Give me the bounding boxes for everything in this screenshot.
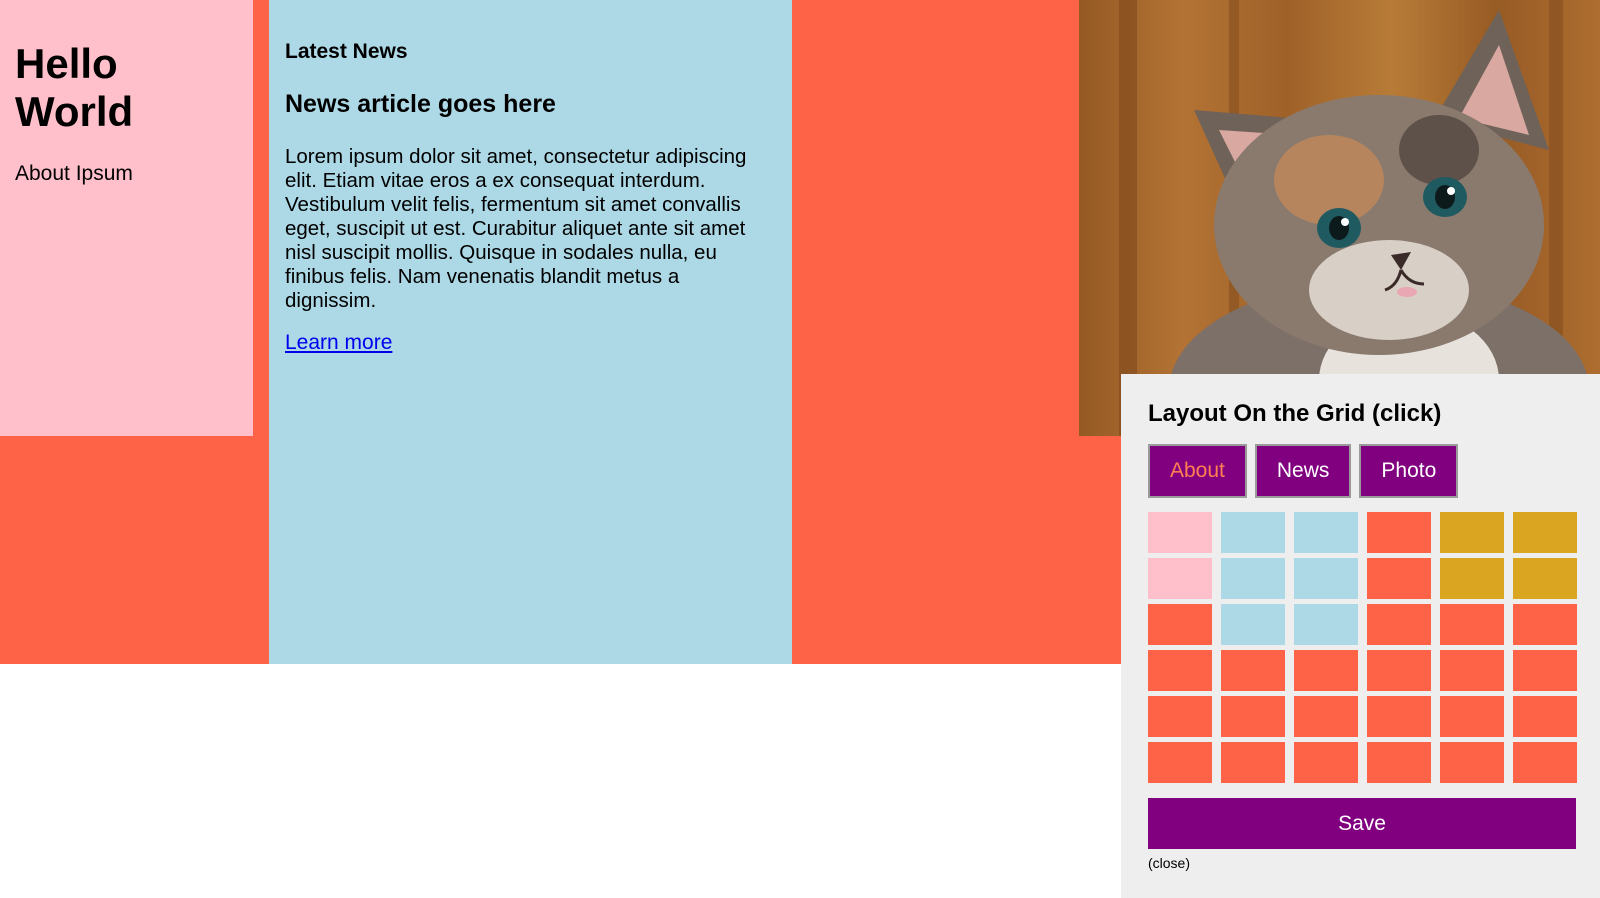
grid-cell[interactable] [1513, 604, 1577, 645]
grid-cell[interactable] [1148, 650, 1212, 691]
grid-cell[interactable] [1221, 650, 1285, 691]
grid-cell[interactable] [1440, 696, 1504, 737]
grid-cell[interactable] [1148, 512, 1212, 553]
grid-cell[interactable] [1440, 650, 1504, 691]
grid-cell[interactable] [1294, 650, 1358, 691]
about-text: About Ipsum [15, 162, 133, 185]
grid-cell[interactable] [1221, 696, 1285, 737]
about-card: Hello World About Ipsum [0, 0, 253, 436]
grid-cell[interactable] [1294, 558, 1358, 599]
layout-grid [1148, 512, 1577, 783]
grid-cell[interactable] [1367, 696, 1431, 737]
grid-cell[interactable] [1148, 696, 1212, 737]
grid-cell[interactable] [1148, 742, 1212, 783]
news-article-body: Lorem ipsum dolor sit amet, consectetur … [285, 145, 747, 312]
news-article-title: News article goes here [285, 90, 556, 118]
grid-cell[interactable] [1367, 742, 1431, 783]
grid-cell[interactable] [1513, 742, 1577, 783]
grid-cell[interactable] [1367, 650, 1431, 691]
kitten-photo [1079, 0, 1600, 436]
grid-cell[interactable] [1367, 512, 1431, 553]
grid-cell[interactable] [1148, 604, 1212, 645]
grid-cell[interactable] [1513, 696, 1577, 737]
layout-panel: Layout On the Grid (click) About News Ph… [1121, 374, 1600, 898]
tab-news[interactable]: News [1254, 444, 1352, 498]
learn-more-link[interactable]: Learn more [285, 331, 392, 355]
grid-cell[interactable] [1148, 558, 1212, 599]
page: Hello World About Ipsum Latest News News… [0, 0, 1600, 898]
grid-cell[interactable] [1221, 604, 1285, 645]
tab-photo[interactable]: Photo [1359, 444, 1459, 498]
grid-cell[interactable] [1221, 742, 1285, 783]
about-title: Hello World [15, 40, 134, 135]
layout-tabs: About News Photo [1148, 444, 1574, 498]
save-button[interactable]: Save [1148, 798, 1576, 849]
tab-about[interactable]: About [1148, 444, 1247, 498]
grid-cell[interactable] [1440, 512, 1504, 553]
grid-cell[interactable] [1221, 512, 1285, 553]
grid-cell[interactable] [1294, 696, 1358, 737]
grid-cell[interactable] [1440, 558, 1504, 599]
grid-cell[interactable] [1440, 742, 1504, 783]
news-section-heading: Latest News [285, 40, 408, 63]
grid-cell[interactable] [1513, 650, 1577, 691]
news-card: Latest News News article goes here Lorem… [269, 0, 792, 664]
grid-cell[interactable] [1221, 558, 1285, 599]
close-link[interactable]: (close) [1148, 855, 1574, 871]
grid-cell[interactable] [1367, 604, 1431, 645]
layout-panel-title: Layout On the Grid (click) [1148, 400, 1442, 427]
grid-cell[interactable] [1513, 558, 1577, 599]
grid-cell[interactable] [1513, 512, 1577, 553]
grid-cell[interactable] [1294, 742, 1358, 783]
grid-cell[interactable] [1294, 604, 1358, 645]
grid-cell[interactable] [1440, 604, 1504, 645]
grid-cell[interactable] [1367, 558, 1431, 599]
grid-cell[interactable] [1294, 512, 1358, 553]
